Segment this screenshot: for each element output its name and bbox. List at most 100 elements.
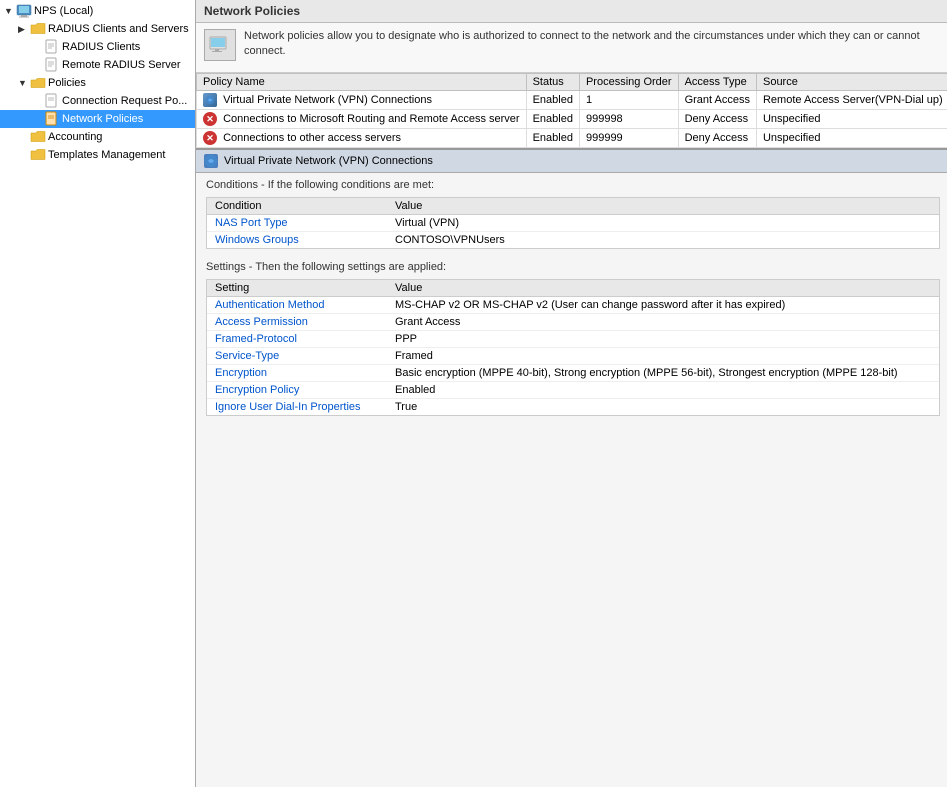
condition-name: Windows Groups [207, 232, 387, 249]
sidebar-item-label-templates: Templates Management [48, 149, 165, 161]
setting-row[interactable]: Encryption Basic encryption (MPPE 40-bit… [207, 365, 939, 382]
setting-name: Authentication Method [207, 297, 387, 314]
main-content: Network Policies Network policies allow … [196, 0, 947, 787]
main-title: Network Policies [204, 4, 300, 18]
cell-access-type: Deny Access [678, 129, 756, 148]
sidebar-item-nps-local[interactable]: ▼ NPS (Local) [0, 2, 195, 20]
expand-arrow: ▼ [4, 6, 16, 16]
table-row[interactable]: Virtual Private Network (VPN) Connection… [197, 91, 947, 110]
setting-value: MS-CHAP v2 OR MS-CHAP v2 (User can chang… [387, 297, 939, 314]
sidebar-item-network-policies[interactable]: Network Policies [0, 110, 195, 128]
condition-value: Virtual (VPN) [387, 215, 939, 232]
main-header: Network Policies [196, 0, 947, 23]
settings-table-wrap: Setting Value Authentication Method MS-C… [206, 279, 940, 416]
cell-policy-name: Virtual Private Network (VPN) Connection… [197, 91, 527, 110]
col-access-type: Access Type [678, 74, 756, 91]
error-policy-icon: ✕ [203, 112, 217, 126]
doc-icon [44, 57, 60, 73]
conditions-title: Conditions - If the following conditions… [206, 179, 940, 193]
condition-row[interactable]: Windows Groups CONTOSO\VPNUsers [207, 232, 939, 249]
sidebar-item-label-nps: NPS (Local) [34, 5, 93, 17]
cell-policy-name: ✕ Connections to Microsoft Routing and R… [197, 110, 527, 129]
policies-table-area: Policy Name Status Processing Order Acce… [196, 73, 947, 148]
expand-arrow: ▶ [18, 24, 30, 35]
folder-open-icon [30, 75, 46, 91]
cell-source: Remote Access Server(VPN-Dial up) [756, 91, 947, 110]
table-row[interactable]: ✕ Connections to Microsoft Routing and R… [197, 110, 947, 129]
detail-policy-name: Virtual Private Network (VPN) Connection… [224, 155, 433, 167]
setting-value: Enabled [387, 382, 939, 399]
sidebar-item-radius-clients[interactable]: RADIUS Clients [0, 38, 195, 56]
detail-header-icon [204, 154, 218, 168]
cell-processing-order: 999998 [579, 110, 678, 129]
setting-value: True [387, 399, 939, 416]
sidebar-item-label-radius: RADIUS Clients and Servers [48, 23, 189, 35]
cell-access-type: Grant Access [678, 91, 756, 110]
settings-section: Settings - Then the following settings a… [196, 255, 947, 422]
conditions-section: Conditions - If the following conditions… [196, 173, 947, 255]
folder-icon [30, 21, 46, 37]
setting-row[interactable]: Authentication Method MS-CHAP v2 OR MS-C… [207, 297, 939, 314]
sidebar-item-templates-management[interactable]: Templates Management [0, 146, 195, 164]
setting-row[interactable]: Ignore User Dial-In Properties True [207, 399, 939, 416]
setting-row[interactable]: Framed-Protocol PPP [207, 331, 939, 348]
sidebar: ▼ NPS (Local) ▶ RADIUS Clients and Serve… [0, 0, 196, 787]
policies-table: Policy Name Status Processing Order Acce… [196, 73, 947, 148]
computer-icon [16, 3, 32, 19]
col-processing-order: Processing Order [579, 74, 678, 91]
setting-value: Grant Access [387, 314, 939, 331]
col-status: Status [526, 74, 579, 91]
cell-status: Enabled [526, 129, 579, 148]
cell-processing-order: 1 [579, 91, 678, 110]
sidebar-item-label-policies: Policies [48, 77, 86, 89]
sidebar-item-connection-request[interactable]: Connection Request Po... [0, 92, 195, 110]
setting-name: Encryption Policy [207, 382, 387, 399]
sidebar-item-label-connrequest: Connection Request Po... [62, 95, 187, 107]
sidebar-item-accounting[interactable]: Accounting [0, 128, 195, 146]
expand-arrow: ▼ [18, 78, 30, 88]
folder-icon [30, 129, 46, 145]
info-bar: Network policies allow you to designate … [196, 23, 947, 73]
setting-value: Framed [387, 348, 939, 365]
setting-row[interactable]: Access Permission Grant Access [207, 314, 939, 331]
cell-status: Enabled [526, 91, 579, 110]
vpn-policy-icon [203, 93, 217, 107]
setting-row[interactable]: Service-Type Framed [207, 348, 939, 365]
setting-row[interactable]: Encryption Policy Enabled [207, 382, 939, 399]
sidebar-item-radius-clients-servers[interactable]: ▶ RADIUS Clients and Servers [0, 20, 195, 38]
settings-title: Settings - Then the following settings a… [206, 261, 940, 275]
folder-icon [30, 147, 46, 163]
settings-col-value: Value [387, 280, 939, 297]
cell-source: Unspecified [756, 129, 947, 148]
setting-name: Encryption [207, 365, 387, 382]
detail-panel: Virtual Private Network (VPN) Connection… [196, 148, 947, 787]
col-policy-name: Policy Name [197, 74, 527, 91]
cell-policy-name: ✕ Connections to other access servers [197, 129, 527, 148]
sidebar-item-label-remoteradius: Remote RADIUS Server [62, 59, 181, 71]
doc-icon [44, 39, 60, 55]
condition-value: CONTOSO\VPNUsers [387, 232, 939, 249]
info-icon [204, 29, 236, 61]
settings-col-setting: Setting [207, 280, 387, 297]
sidebar-item-label-accounting: Accounting [48, 131, 102, 143]
settings-table: Setting Value Authentication Method MS-C… [207, 280, 939, 415]
doc-icon [44, 111, 60, 127]
condition-name: NAS Port Type [207, 215, 387, 232]
setting-name: Framed-Protocol [207, 331, 387, 348]
conditions-col-value: Value [387, 198, 939, 215]
setting-name: Service-Type [207, 348, 387, 365]
col-source: Source [756, 74, 947, 91]
setting-value: PPP [387, 331, 939, 348]
sidebar-item-policies[interactable]: ▼ Policies [0, 74, 195, 92]
cell-processing-order: 999999 [579, 129, 678, 148]
conditions-table: Condition Value NAS Port Type Virtual (V… [207, 198, 939, 248]
table-row[interactable]: ✕ Connections to other access servers En… [197, 129, 947, 148]
sidebar-item-label-radiusclients: RADIUS Clients [62, 41, 140, 53]
info-description: Network policies allow you to designate … [244, 29, 942, 60]
cell-access-type: Deny Access [678, 110, 756, 129]
setting-name: Ignore User Dial-In Properties [207, 399, 387, 416]
condition-row[interactable]: NAS Port Type Virtual (VPN) [207, 215, 939, 232]
conditions-table-wrap: Condition Value NAS Port Type Virtual (V… [206, 197, 940, 249]
sidebar-item-remote-radius[interactable]: Remote RADIUS Server [0, 56, 195, 74]
error-policy-icon: ✕ [203, 131, 217, 145]
